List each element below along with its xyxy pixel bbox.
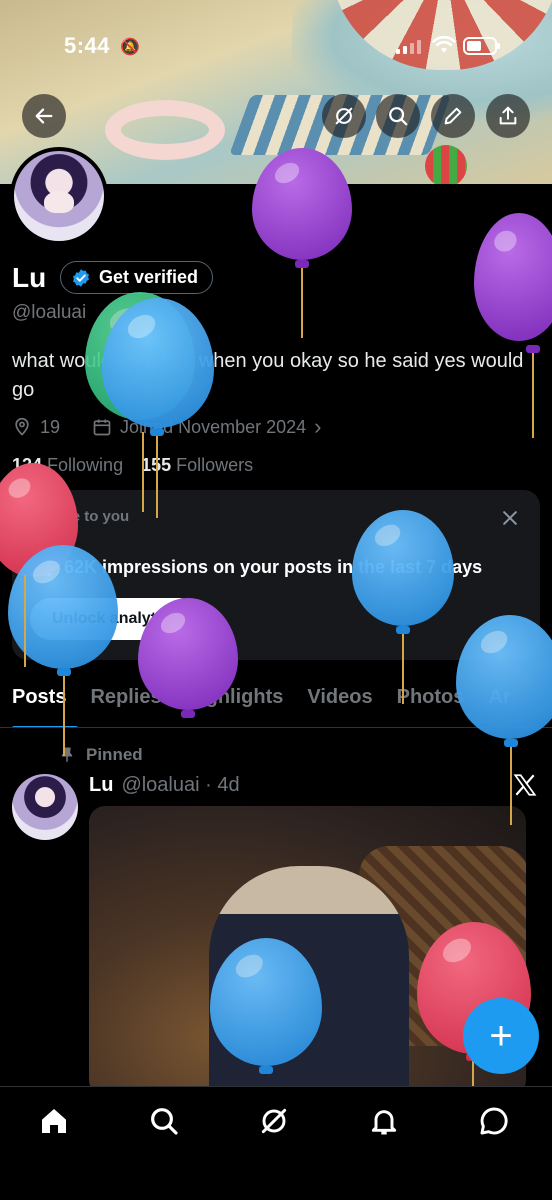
balloon-knot — [57, 668, 71, 676]
profile-location: 19 — [40, 416, 61, 437]
edit-profile-button[interactable] — [431, 94, 475, 138]
grok-icon — [335, 107, 353, 125]
balloon-knot — [295, 260, 309, 268]
explore-icon[interactable] — [148, 1105, 180, 1137]
search-button[interactable] — [376, 94, 420, 138]
calendar-icon — [93, 419, 111, 436]
profile-name: Lu — [12, 262, 47, 293]
post-handle-time: @loaluai · 4d — [121, 774, 240, 796]
grok-icon[interactable] — [258, 1105, 290, 1137]
pinned-label: Pinned — [86, 745, 143, 764]
balloon-knot — [526, 345, 540, 353]
profile-handle: @loaluai — [12, 302, 87, 323]
post-avatar[interactable] — [12, 774, 78, 840]
back-button[interactable] — [22, 94, 66, 138]
balloon-knot — [150, 428, 164, 436]
share-button[interactable] — [486, 94, 530, 138]
tab-posts[interactable]: Posts — [0, 670, 79, 727]
battery-icon — [463, 37, 500, 55]
balloon-knot — [504, 739, 518, 747]
post-header: Lu @loaluai · 4d — [89, 774, 240, 797]
pinned-indicator: Pinned — [58, 745, 143, 765]
profile-avatar[interactable] — [10, 147, 108, 245]
wifi-icon — [432, 36, 456, 53]
bottom-navigation — [0, 1086, 552, 1200]
balloon-knot — [259, 1066, 273, 1074]
chevron-right-icon[interactable]: › — [314, 414, 321, 440]
balloon-knot — [181, 710, 195, 718]
banner-float-ring — [105, 100, 225, 160]
balloon — [352, 510, 454, 626]
balloon-string — [301, 268, 303, 338]
x-logo-icon — [513, 774, 537, 796]
close-icon[interactable] — [500, 508, 520, 528]
balloon — [474, 213, 552, 341]
balloon-string — [156, 436, 158, 518]
get-verified-label: Get verified — [99, 267, 199, 287]
edit-icon — [444, 107, 462, 125]
back-arrow-icon — [35, 108, 53, 124]
balloon-knot — [396, 626, 410, 634]
balloon-string — [510, 747, 512, 825]
verified-badge-icon — [73, 268, 89, 287]
search-icon — [389, 107, 408, 126]
banner-beach-ball — [425, 145, 467, 184]
post-author[interactable]: Lu — [89, 774, 113, 797]
followers-label[interactable]: Followers — [176, 455, 253, 476]
tab-videos[interactable]: Videos — [295, 670, 384, 727]
messages-icon[interactable] — [478, 1105, 510, 1137]
share-icon — [499, 106, 517, 125]
status-time: 5:44 — [64, 33, 111, 58]
balloon — [210, 938, 322, 1066]
silent-bell-icon: 🔕 — [120, 39, 140, 56]
balloon-string — [63, 676, 65, 756]
cellular-signal-icon — [396, 40, 421, 54]
balloon-string — [24, 575, 26, 667]
status-bar: 5:44 🔕 — [0, 30, 552, 64]
balloon-string — [472, 1061, 474, 1086]
compose-post-button[interactable]: + — [463, 998, 539, 1074]
balloon-string — [532, 353, 534, 438]
balloon — [102, 298, 214, 428]
pin-icon — [61, 747, 73, 762]
home-icon[interactable] — [38, 1105, 70, 1137]
get-verified-button[interactable]: Get verified — [60, 261, 214, 294]
balloon-string — [402, 634, 404, 704]
notifications-icon[interactable] — [368, 1105, 400, 1137]
location-icon — [15, 417, 29, 436]
balloon — [252, 148, 352, 260]
following-label[interactable]: Following — [47, 455, 123, 476]
grok-button[interactable] — [322, 94, 366, 138]
balloon-string — [142, 432, 144, 512]
balloon — [138, 598, 238, 710]
